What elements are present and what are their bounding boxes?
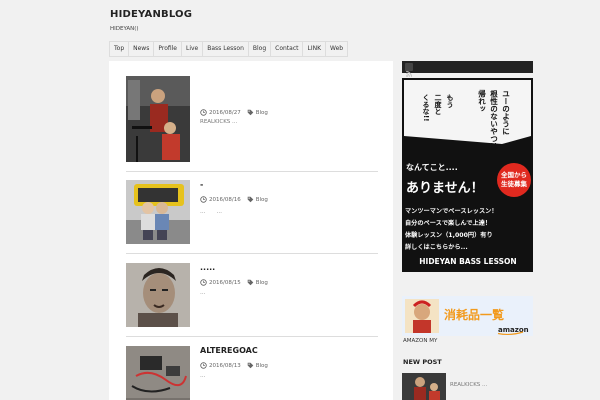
nav-item-bass-lesson[interactable]: Bass Lesson: [203, 42, 249, 56]
nav-item-top[interactable]: Top: [109, 42, 130, 56]
clock-icon: [200, 279, 207, 286]
post-meta: 2016/08/13 Blog: [200, 362, 268, 369]
banner-top-line: ユーのように: [502, 90, 511, 135]
tag-icon: [247, 279, 254, 286]
post-item: ALTEREGOAC 2016/08/13 Blog …: [126, 346, 378, 400]
banner-side-line: もう: [446, 94, 454, 109]
banner-body-line: 詳しくはこちらから...: [405, 243, 468, 251]
site-description: HIDEYAN(): [110, 26, 139, 32]
post-category[interactable]: Blog: [256, 110, 268, 116]
post-divider: [126, 336, 378, 337]
post-excerpt: … …: [200, 209, 223, 215]
banner-badge-line: 生徒募集: [501, 179, 528, 188]
rss-bar: [402, 61, 533, 77]
nav-item-live[interactable]: Live: [182, 42, 204, 56]
post-excerpt: …: [200, 373, 206, 379]
nav-item-profile[interactable]: Profile: [154, 42, 182, 56]
post-item: 2016/08/27 Blog REALKICKS ...: [126, 76, 378, 172]
post-divider: [126, 171, 378, 172]
post-title[interactable]: .....: [200, 263, 215, 272]
post-date: 2016/08/27: [209, 109, 241, 116]
new-post-heading: NEW POST: [403, 358, 442, 366]
new-post-thumbnail[interactable]: [402, 373, 446, 400]
nav-item-web[interactable]: Web: [326, 42, 349, 56]
tag-icon: [247, 196, 254, 203]
clock-icon: [200, 196, 207, 203]
rss-icon[interactable]: [405, 63, 413, 77]
banner-top-line: 帰れッ: [477, 89, 486, 113]
banner-lead: なんてこと....: [406, 163, 458, 172]
amazon-banner-text: 消耗品一覧: [444, 307, 504, 322]
post-category[interactable]: Blog: [256, 280, 268, 286]
post-category[interactable]: Blog: [256, 197, 268, 203]
tag-icon: [247, 109, 254, 116]
post-item: ..... 2016/08/15 Blog …: [126, 263, 378, 337]
main-nav: Top News Profile Live Bass Lesson Blog C…: [109, 41, 349, 57]
post-thumbnail[interactable]: [126, 263, 190, 327]
banner-side-line: くるな!!: [422, 94, 430, 121]
sidebar: [402, 61, 533, 77]
banner-body-line: 自分のペースで楽しんで上達！: [405, 219, 491, 227]
post-category[interactable]: Blog: [256, 363, 268, 369]
post-excerpt: REALKICKS ...: [200, 119, 238, 125]
amazon-banner[interactable]: 消耗品一覧 amazon: [402, 296, 533, 336]
post-item: - 2016/08/16 Blog … …: [126, 180, 378, 254]
post-date: 2016/08/16: [209, 196, 241, 203]
post-divider: [126, 253, 378, 254]
banner-headline: ありません！: [406, 181, 484, 196]
post-thumbnail[interactable]: [126, 180, 190, 244]
banner-body-line: マンツーマンでベースレッスン！: [405, 208, 498, 215]
post-list: 2016/08/27 Blog REALKICKS ... - 2016/08/…: [109, 61, 393, 400]
nav-item-blog[interactable]: Blog: [249, 42, 272, 56]
nav-item-contact[interactable]: Contact: [271, 42, 304, 56]
bass-lesson-banner[interactable]: ユーのように 根性のないやつは 帰れッ もう 二度と くるな!! 全国から 生徒…: [402, 78, 533, 272]
tag-icon: [247, 362, 254, 369]
nav-item-news[interactable]: News: [129, 42, 155, 56]
banner-side-line: 二度と: [434, 94, 443, 115]
post-title[interactable]: ALTEREGOAC: [200, 346, 258, 355]
post-excerpt: …: [200, 290, 206, 296]
post-meta: 2016/08/27 Blog: [200, 109, 268, 116]
post-thumbnail[interactable]: [126, 346, 190, 400]
banner-body-line: 体験レッスン（1,000円）有り: [405, 231, 493, 239]
post-date: 2016/08/13: [209, 362, 241, 369]
banner-top-line: 根性のないやつは: [489, 89, 498, 151]
post-title[interactable]: -: [200, 180, 203, 189]
new-post-excerpt[interactable]: REALKICKS ...: [450, 382, 487, 388]
post-thumbnail[interactable]: [126, 76, 190, 162]
nav-item-link[interactable]: LINK: [303, 42, 327, 56]
site-title[interactable]: HIDEYANBLOG: [110, 9, 192, 20]
clock-icon: [200, 109, 207, 116]
amazon-brand: amazon: [498, 326, 529, 334]
banner-badge-line: 全国から: [500, 170, 527, 179]
amazon-label[interactable]: AMAZON MY: [403, 338, 437, 344]
clock-icon: [200, 362, 207, 369]
post-meta: 2016/08/16 Blog: [200, 196, 268, 203]
banner-footer: HIDEYAN BASS LESSON: [419, 257, 516, 266]
post-date: 2016/08/15: [209, 279, 241, 286]
post-meta: 2016/08/15 Blog: [200, 279, 268, 286]
